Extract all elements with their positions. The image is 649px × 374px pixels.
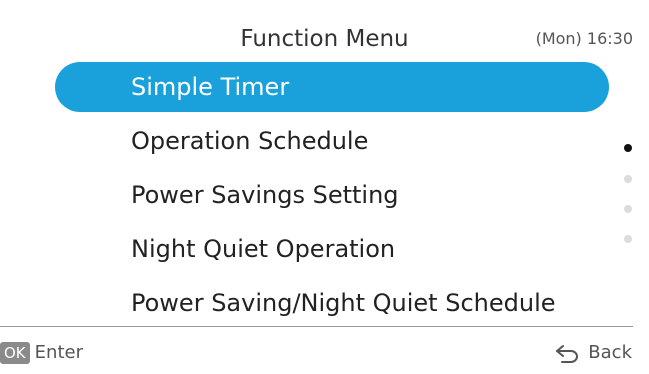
menu-item-power-saving-night-quiet-schedule[interactable]: Power Saving/Night Quiet Schedule: [55, 278, 609, 328]
scroll-dot-3: [624, 205, 632, 213]
enter-label: Enter: [34, 342, 83, 363]
back-label: Back: [588, 342, 632, 363]
back-hint[interactable]: Back: [554, 340, 632, 366]
scroll-dot-2: [624, 175, 632, 183]
ok-badge: OK: [0, 342, 30, 364]
menu-item-night-quiet-operation[interactable]: Night Quiet Operation: [55, 224, 609, 274]
menu-item-power-savings-setting[interactable]: Power Savings Setting: [55, 170, 609, 220]
menu-item-operation-schedule[interactable]: Operation Schedule: [55, 116, 609, 166]
back-arrow-icon: [554, 343, 580, 363]
scroll-dot-1: [624, 144, 632, 152]
clock: (Mon) 16:30: [535, 29, 633, 48]
scroll-dot-4: [624, 235, 632, 243]
enter-hint[interactable]: OK Enter: [0, 340, 83, 366]
footer-divider: [0, 326, 633, 327]
menu-item-simple-timer[interactable]: Simple Timer: [55, 62, 609, 112]
